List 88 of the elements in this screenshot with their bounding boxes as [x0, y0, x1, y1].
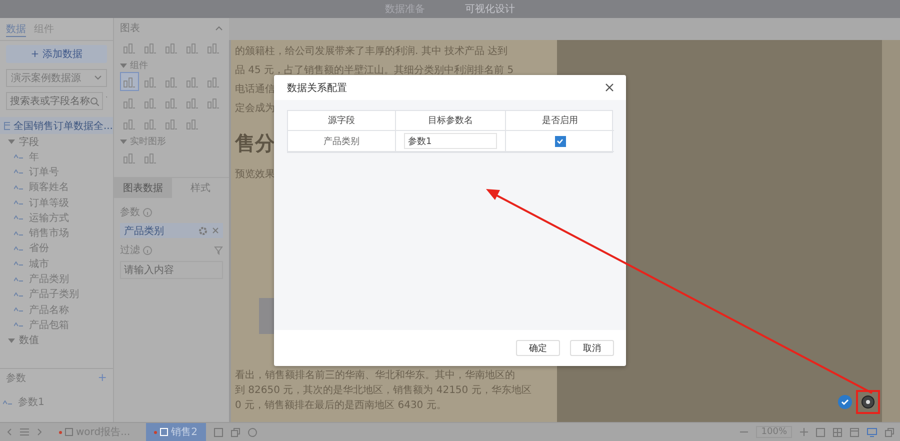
page-icon [65, 428, 73, 436]
chevron-up-icon[interactable] [215, 25, 223, 31]
text-field-icon [14, 276, 23, 282]
text-field-icon [14, 200, 23, 206]
menu-icon[interactable] [20, 428, 29, 436]
column-header: 源字段 [288, 111, 396, 131]
search-icon [90, 96, 99, 106]
field-item[interactable]: 订单号 [0, 164, 113, 180]
field-item[interactable]: 顾客姓名 [0, 180, 113, 195]
text-field-icon [14, 184, 23, 190]
paragraph-line: 电话通信 [235, 82, 275, 97]
text-field-icon [14, 307, 23, 312]
paragraph-line: 的颁籍柱，给公司发展带来了丰厚的利润. 其中 技术产品 达到 [235, 44, 508, 59]
field-item[interactable]: 产品类别 [0, 271, 113, 287]
paragraph-line: 定会成为 [235, 102, 275, 116]
info-icon [143, 208, 152, 216]
paragraph-line: 预览效果 [235, 168, 275, 182]
paragraph-line: 品 45 元，占了销售额的半壁江山。其细分类别中利润排名前 5 [235, 64, 514, 78]
table-cell: 产品类别 [288, 131, 396, 152]
page-icon[interactable] [214, 428, 222, 436]
chevron-right-icon[interactable] [37, 428, 43, 436]
chevron-left-icon[interactable] [6, 428, 12, 436]
text-field-icon [14, 154, 23, 160]
input-field[interactable]: 参数1 [404, 133, 497, 149]
text-field-icon [14, 169, 23, 174]
caret-icon[interactable] [120, 138, 127, 145]
check-circle-icon[interactable] [838, 395, 852, 409]
text-field-icon [14, 246, 23, 251]
field-group[interactable]: 字段 [0, 134, 113, 149]
field-chip[interactable]: 产品类别 [120, 223, 223, 238]
panel-tab[interactable]: 图表数据 [114, 178, 172, 198]
checkmark-icon [556, 137, 564, 145]
sheet-tab[interactable]: 销售2 [146, 423, 206, 441]
field-item[interactable]: 产品子类别 [0, 286, 113, 302]
chevron-down-icon [94, 75, 102, 81]
filter-field[interactable]: 请输入内容 [120, 261, 223, 279]
field-item[interactable]: 产品名称 [0, 302, 113, 318]
paragraph-line: 0 元，销售额排在最后的是西南地区 6430 元。 [235, 398, 446, 413]
layout-icon[interactable] [850, 428, 859, 436]
field-item[interactable]: 订单等级 [0, 194, 113, 210]
text-field-icon [14, 292, 23, 297]
source-select[interactable]: 演示案例数据源 [6, 69, 107, 87]
gear-icon[interactable] [199, 226, 207, 234]
fit-icon[interactable] [816, 428, 825, 436]
column-header: 是否启用 [506, 111, 614, 131]
checkbox[interactable] [554, 136, 566, 146]
target-icon[interactable] [861, 395, 875, 409]
text-field-icon [3, 400, 12, 405]
info-icon [143, 246, 152, 254]
copy-icon[interactable] [885, 428, 894, 436]
text-field-icon [14, 230, 23, 236]
page-icon [160, 428, 168, 436]
copy-icon[interactable] [230, 428, 240, 436]
confirm-button[interactable]: 确定 [516, 340, 560, 356]
dialog-title: 数据关系配置 [287, 82, 347, 94]
field-item[interactable]: 运输方式 [0, 210, 113, 226]
mode-tab[interactable]: 可视化设计 [465, 2, 515, 16]
field-item[interactable]: 省份 [0, 240, 113, 256]
section-heading: 售分 [235, 130, 275, 157]
paragraph-line: 到 82650 元，其次的是华北地区，销售额为 42150 元，华东地区 [235, 384, 532, 398]
paragraph-line: 看出，销售额排名前三的华南、华北和华东。其中，华南地区的 [235, 368, 515, 383]
caret-icon[interactable] [8, 336, 15, 344]
field-group[interactable]: 数值 [0, 332, 113, 348]
close-icon[interactable] [605, 83, 614, 92]
caret-icon[interactable] [8, 138, 15, 145]
caret-icon[interactable] [120, 62, 127, 69]
text-field-icon [14, 261, 23, 266]
monitor-icon[interactable] [867, 428, 877, 436]
panel-tab[interactable]: 数据 [6, 21, 26, 37]
table-item[interactable]: 全国销售订单数据全... [0, 117, 113, 134]
text-field-icon [14, 215, 23, 220]
section-title: 图表 [120, 22, 140, 35]
zoom-in-icon[interactable] [800, 428, 808, 436]
field-item[interactable]: 年 [0, 149, 113, 164]
add-parameter-button[interactable]: + [98, 370, 107, 385]
cancel-button[interactable]: 取消 [570, 340, 614, 356]
grid-icon[interactable] [833, 428, 842, 436]
palette-icon[interactable] [248, 428, 256, 436]
add-data-button[interactable]: + 添加数据 [6, 45, 107, 63]
section-title: 参数 [6, 372, 26, 385]
text-field-icon [14, 322, 23, 328]
parameter-item[interactable]: 参数1 [0, 394, 113, 410]
field-item[interactable]: 销售市场 [0, 225, 113, 241]
field-item[interactable]: 城市 [0, 256, 113, 272]
chart-type-icon[interactable] [120, 72, 139, 91]
field-item[interactable]: 产品包箱 [0, 317, 113, 333]
table-icon [4, 122, 10, 130]
column-header: 目标参数名 [396, 111, 506, 131]
